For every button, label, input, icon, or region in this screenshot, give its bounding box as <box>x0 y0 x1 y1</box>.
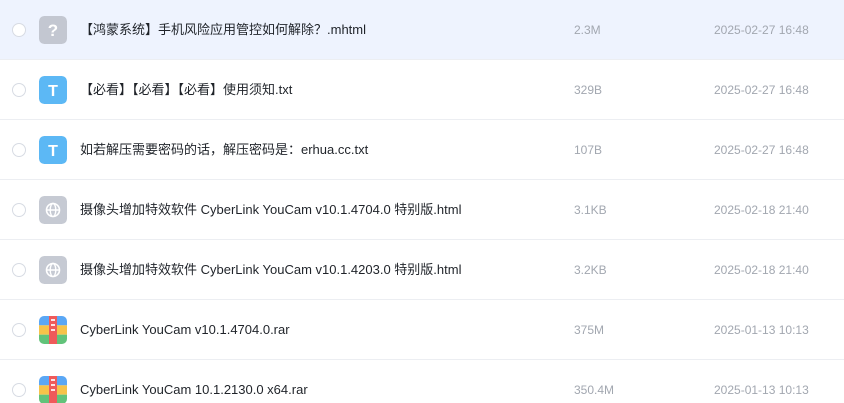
text-file-icon: T <box>39 136 67 164</box>
svg-text:T: T <box>48 143 58 160</box>
file-name[interactable]: 如若解压需要密码的话，解压密码是：erhua.cc.txt <box>80 140 550 160</box>
unknown-file-icon: ? <box>39 16 67 44</box>
file-row[interactable]: CyberLink YouCam 10.1.2130.0 x64.rar 350… <box>0 360 844 403</box>
file-name[interactable]: CyberLink YouCam v10.1.4704.0.rar <box>80 320 550 340</box>
file-name[interactable]: 摄像头增加特效软件 CyberLink YouCam v10.1.4704.0 … <box>80 200 550 220</box>
file-list: ? 【鸿蒙系统】手机风险应用管控如何解除？.mhtml 2.3M 2025-02… <box>0 0 844 403</box>
text-file-icon: T <box>39 76 67 104</box>
file-date: 2025-01-13 10:13 <box>714 323 809 337</box>
file-size: 350.4M <box>574 383 615 397</box>
file-size: 2.3M <box>574 23 601 37</box>
svg-text:?: ? <box>48 21 58 40</box>
web-file-icon <box>39 196 67 224</box>
file-size: 3.2KB <box>574 263 607 277</box>
file-size: 107B <box>574 143 603 157</box>
row-checkbox[interactable] <box>12 23 26 37</box>
file-size: 3.1KB <box>574 203 607 217</box>
file-row[interactable]: T 【必看】【必看】【必看】使用须知.txt 329B 2025-02-27 1… <box>0 60 844 120</box>
svg-text:T: T <box>48 83 58 100</box>
row-checkbox[interactable] <box>12 263 26 277</box>
row-checkbox[interactable] <box>12 143 26 157</box>
file-date: 2025-02-18 21:40 <box>714 203 809 217</box>
web-file-icon <box>39 256 67 284</box>
row-checkbox[interactable] <box>12 83 26 97</box>
file-date: 2025-02-27 16:48 <box>714 83 809 97</box>
row-checkbox[interactable] <box>12 323 26 337</box>
file-name[interactable]: 【必看】【必看】【必看】使用须知.txt <box>80 80 550 100</box>
row-checkbox[interactable] <box>12 203 26 217</box>
file-row[interactable]: ? 【鸿蒙系统】手机风险应用管控如何解除？.mhtml 2.3M 2025-02… <box>0 0 844 60</box>
file-name[interactable]: 【鸿蒙系统】手机风险应用管控如何解除？.mhtml <box>80 20 550 40</box>
archive-file-icon <box>39 376 67 403</box>
file-date: 2025-01-13 10:13 <box>714 383 809 397</box>
file-date: 2025-02-27 16:48 <box>714 143 809 157</box>
file-date: 2025-02-27 16:48 <box>714 23 809 37</box>
row-checkbox[interactable] <box>12 383 26 397</box>
file-row[interactable]: 摄像头增加特效软件 CyberLink YouCam v10.1.4203.0 … <box>0 240 844 300</box>
file-size: 329B <box>574 83 603 97</box>
archive-file-icon <box>39 316 67 344</box>
file-row[interactable]: T 如若解压需要密码的话，解压密码是：erhua.cc.txt 107B 202… <box>0 120 844 180</box>
file-size: 375M <box>574 323 605 337</box>
file-row[interactable]: CyberLink YouCam v10.1.4704.0.rar 375M 2… <box>0 300 844 360</box>
file-date: 2025-02-18 21:40 <box>714 263 809 277</box>
file-name[interactable]: 摄像头增加特效软件 CyberLink YouCam v10.1.4203.0 … <box>80 260 550 280</box>
file-row[interactable]: 摄像头增加特效软件 CyberLink YouCam v10.1.4704.0 … <box>0 180 844 240</box>
file-name[interactable]: CyberLink YouCam 10.1.2130.0 x64.rar <box>80 380 550 400</box>
